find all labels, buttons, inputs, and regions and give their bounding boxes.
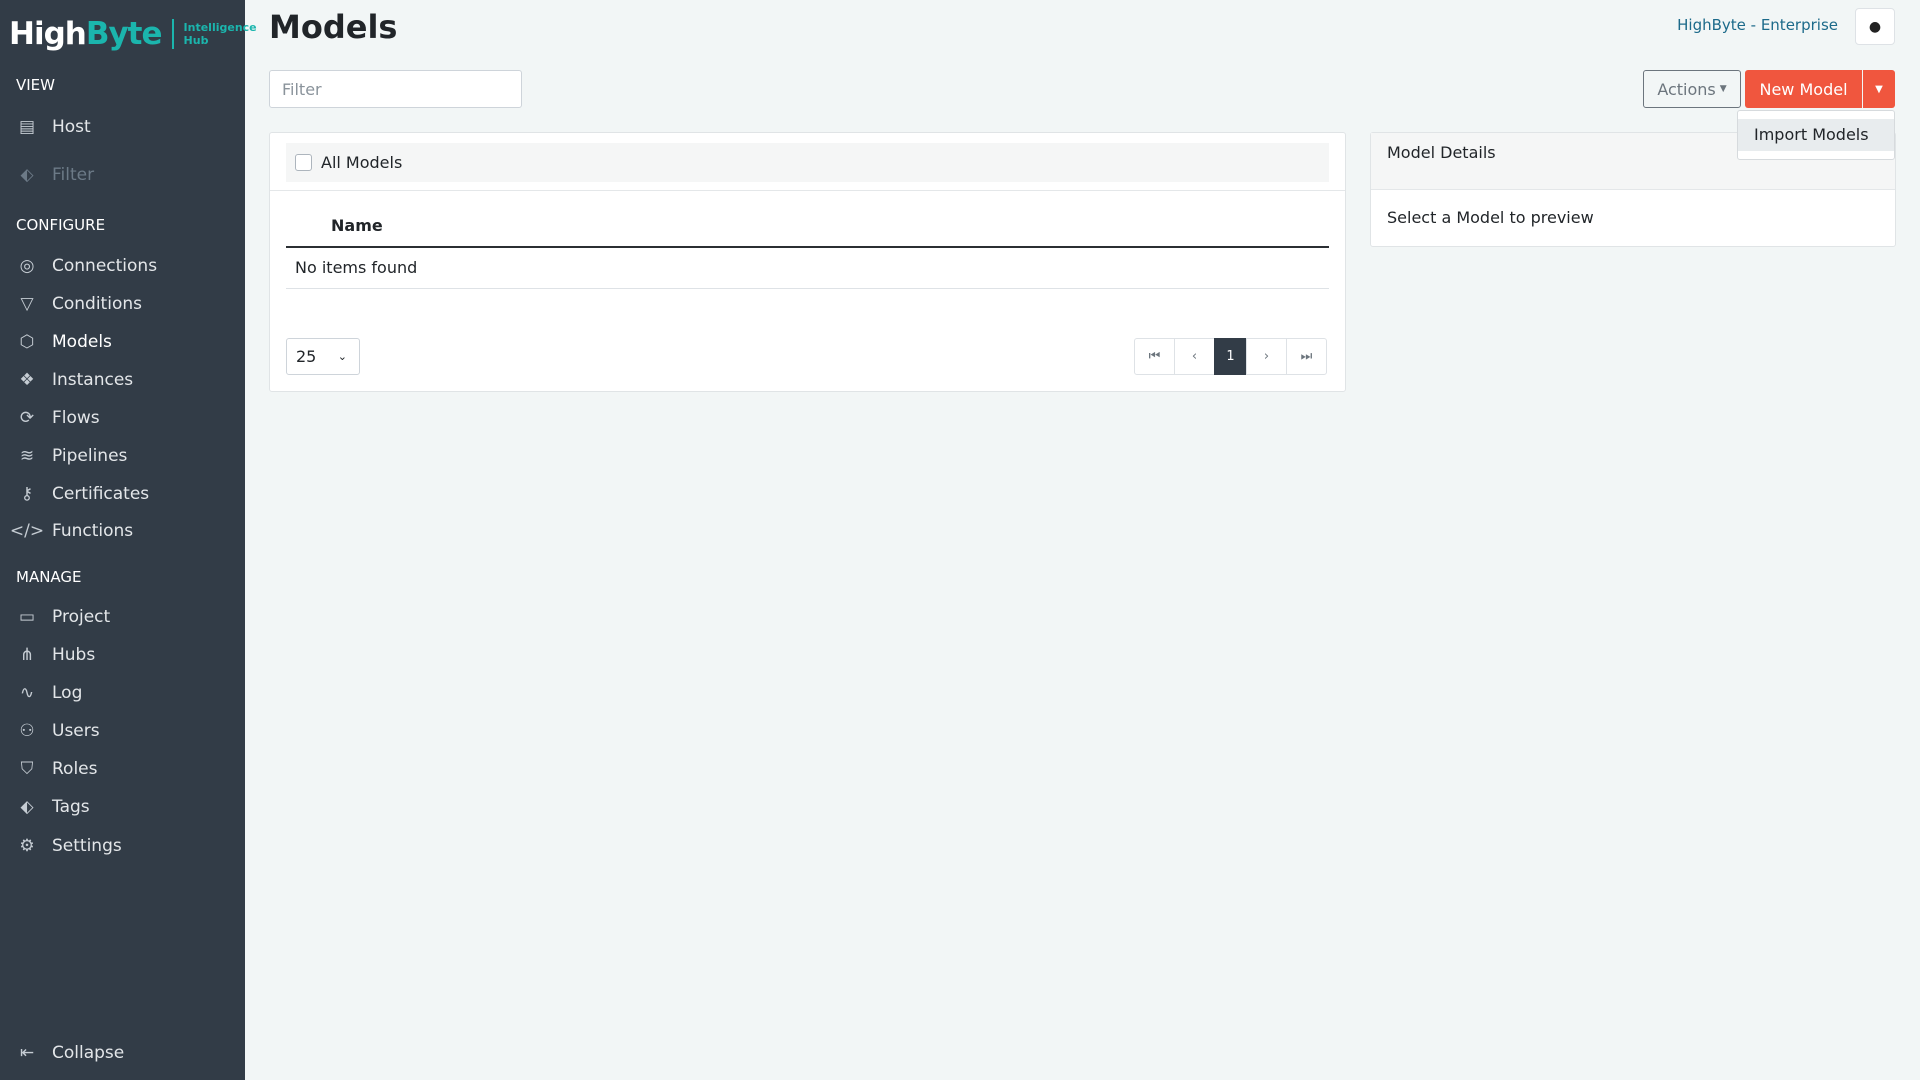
filter-input[interactable]: [269, 70, 522, 108]
last-page-icon: ⏭: [1300, 349, 1313, 364]
sidebar: High Byte Intelligence Hub VIEW ▤ Host ⬖ Fi…: [0, 0, 257, 1080]
tag-icon: ⬖: [20, 165, 34, 185]
page-title: Models: [269, 8, 398, 46]
all-models-row: All Models: [286, 143, 1329, 182]
sync-icon: ⟳: [19, 408, 35, 428]
prev-page-button[interactable]: ‹: [1174, 338, 1215, 375]
models-list-card: All Models Name No items found 25 ⌄ ⏮ ‹ 1…: [269, 132, 1346, 392]
chevron-left-icon: ‹: [1191, 349, 1198, 364]
details-placeholder: Select a Model to preview: [1387, 208, 1594, 227]
collapse-button[interactable]: ⇤ Collapse: [16, 1043, 124, 1063]
divider: [270, 190, 1345, 191]
key-icon: ⚷: [20, 484, 34, 504]
archive-icon: ▭: [18, 607, 36, 627]
column-header-name[interactable]: Name: [331, 216, 383, 235]
chevron-down-icon: ⌄: [337, 350, 347, 363]
sidebar-item-instances[interactable]: ❖ Instances: [16, 370, 133, 390]
section-view: VIEW: [16, 76, 55, 94]
menu-item-import-models[interactable]: Import Models: [1738, 119, 1894, 151]
sidebar-item-settings[interactable]: ⚙ Settings: [16, 836, 121, 856]
new-model-dropdown-toggle[interactable]: ▼: [1863, 70, 1895, 108]
highbyte-logo[interactable]: High Byte Intelligence Hub: [9, 16, 257, 52]
first-page-icon: ⏮: [1148, 349, 1161, 364]
sidebar-item-models[interactable]: ⬡ Models: [16, 332, 112, 352]
sidebar-item-filter[interactable]: ⬖ Filter: [16, 165, 94, 185]
gear-icon: ⚙: [19, 836, 35, 856]
tags-icon: ⬖: [20, 797, 34, 817]
sidebar-item-flows[interactable]: ⟳ Flows: [16, 408, 100, 428]
layers-icon: ≋: [19, 446, 35, 466]
section-manage: MANAGE: [16, 568, 82, 586]
sidebar-item-tags[interactable]: ⬖ Tags: [16, 797, 89, 817]
sidebar-item-conditions[interactable]: ▽ Conditions: [16, 294, 142, 314]
next-page-button[interactable]: ›: [1246, 338, 1287, 375]
chevron-right-icon: ›: [1263, 349, 1270, 364]
users-icon: ⚇: [19, 721, 35, 741]
sidebar-item-pipelines[interactable]: ≋ Pipelines: [16, 446, 128, 466]
sidebar-item-host[interactable]: ▤ Host: [16, 117, 91, 137]
cube-icon: ⬡: [19, 332, 35, 352]
user-menu-button[interactable]: ●: [1855, 8, 1895, 45]
pulse-icon: ∿: [19, 683, 35, 703]
header-divider: [286, 246, 1329, 248]
sidebar-item-users[interactable]: ⚇ Users: [16, 721, 99, 741]
caret-down-icon: ▼: [1875, 83, 1883, 95]
sidebar-item-connections[interactable]: ◎ Connections: [16, 256, 157, 276]
empty-message: No items found: [295, 258, 418, 277]
sidebar-item-log[interactable]: ∿ Log: [16, 683, 83, 703]
caret-down-icon: ▼: [1719, 84, 1727, 94]
user-icon: ●: [1868, 18, 1882, 35]
section-configure: CONFIGURE: [16, 216, 106, 234]
sidebar-item-functions[interactable]: </> Functions: [9, 521, 133, 541]
sidebar-item-project[interactable]: ▭ Project: [16, 607, 110, 627]
page-size-select[interactable]: 25 ⌄: [286, 338, 360, 375]
actions-button[interactable]: Actions ▼: [1643, 70, 1741, 108]
page-button-current[interactable]: 1: [1214, 338, 1247, 375]
pagination: ⏮ ‹ 1 › ⏭: [1134, 338, 1327, 375]
row-divider: [286, 288, 1329, 289]
first-page-button[interactable]: ⏮: [1134, 338, 1175, 375]
filter-icon: ▽: [20, 294, 34, 314]
new-model-dropdown-menu: Import Models: [1737, 110, 1895, 160]
logo-subtitle: Intelligence Hub: [183, 21, 257, 47]
sidebar-item-roles[interactable]: ⛉ Roles: [16, 759, 98, 779]
cubes-icon: ❖: [19, 370, 35, 390]
code-icon: </>: [9, 521, 45, 541]
last-page-button[interactable]: ⏭: [1286, 338, 1327, 375]
sitemap-icon: ⋔: [19, 645, 35, 665]
enterprise-link[interactable]: HighByte - Enterprise: [1677, 16, 1838, 34]
plug-icon: ◎: [19, 256, 35, 276]
new-model-button[interactable]: New Model: [1745, 70, 1862, 108]
sidebar-item-certificates[interactable]: ⚷ Certificates: [16, 484, 149, 504]
server-icon: ▤: [18, 117, 36, 137]
collapse-icon: ⇤: [19, 1043, 35, 1063]
shield-icon: ⛉: [20, 759, 34, 779]
sidebar-item-hubs[interactable]: ⋔ Hubs: [16, 645, 95, 665]
select-all-checkbox[interactable]: [295, 154, 312, 171]
